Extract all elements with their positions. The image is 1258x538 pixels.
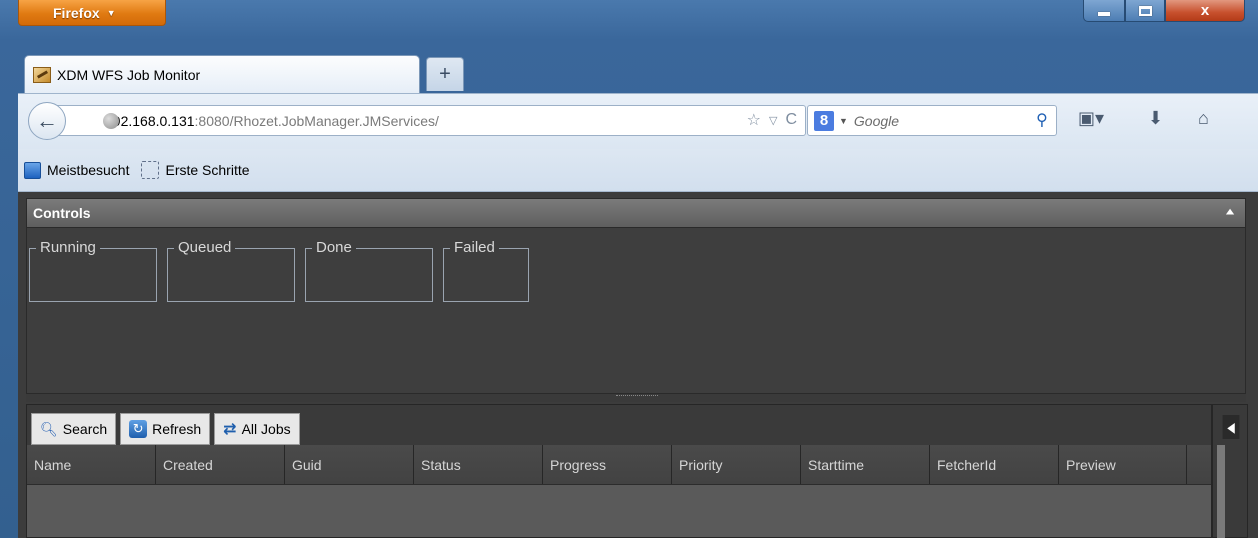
grip-icon: [616, 395, 658, 398]
chevron-down-icon: ▼: [106, 7, 116, 18]
group-label: Queued: [174, 239, 236, 257]
swap-arrows-icon: ⇄: [223, 421, 237, 438]
browser-window: Firefox ▼ x XDM WFS Job Monitor + 192.16…: [0, 0, 1258, 538]
tab-title: XDM WFS Job Monitor: [57, 66, 201, 83]
home-icon[interactable]: ⌂: [1198, 108, 1209, 129]
app-content: Controls ▲ Running Queued Done Failed 🔍︎: [18, 192, 1258, 538]
bookmark-erste-schritte[interactable]: Erste Schritte: [165, 162, 249, 178]
controls-title: Controls: [33, 205, 91, 221]
search-input[interactable]: 8 ▼ Google ⚲: [807, 105, 1057, 136]
firefox-menu-label: Firefox: [53, 4, 100, 21]
header-spacer: [1187, 445, 1211, 484]
minimize-button[interactable]: [1083, 0, 1125, 22]
url-text: 192.168.0.131:8080/Rhozet.JobManager.JMS…: [85, 113, 439, 129]
jobs-toolbar: 🔍︎ Search ↻ Refresh ⇄ All Jobs: [27, 405, 1211, 445]
tab-job-monitor[interactable]: XDM WFS Job Monitor: [24, 55, 420, 93]
search-button[interactable]: 🔍︎ Search: [31, 413, 117, 445]
new-tab-button[interactable]: +: [426, 57, 464, 91]
minimize-icon: [1098, 12, 1110, 16]
column-header-status[interactable]: Status: [414, 445, 543, 484]
all-jobs-button[interactable]: ⇄ All Jobs: [214, 413, 300, 445]
column-header-created[interactable]: Created: [156, 445, 285, 484]
site-favicon-icon: [33, 66, 51, 83]
refresh-button-label: Refresh: [152, 421, 202, 437]
side-panel-collapsed: ◀: [1212, 404, 1248, 538]
bookmarks-toolbar: Meistbesucht Erste Schritte: [18, 149, 1258, 192]
close-icon: x: [1200, 2, 1210, 19]
controls-panel-header[interactable]: Controls ▲: [26, 198, 1246, 228]
url-bar-actions: ☆ ▽ C: [747, 110, 797, 130]
column-header-guid[interactable]: Guid: [285, 445, 414, 484]
bookmark-folder-icon: [24, 161, 41, 179]
magnifier-icon: 🔍︎: [40, 420, 58, 437]
history-dropdown-icon[interactable]: ▽: [769, 114, 777, 127]
column-header-progress[interactable]: Progress: [543, 445, 672, 484]
firefox-menu-button[interactable]: Firefox ▼: [18, 0, 166, 26]
all-jobs-button-label: All Jobs: [241, 421, 291, 437]
grid-header: Name Created Guid Status Progress Priori…: [27, 445, 1211, 485]
refresh-icon: ↻: [129, 420, 148, 438]
column-header-fetcherid[interactable]: FetcherId: [930, 445, 1059, 484]
panel-splitter[interactable]: [26, 394, 1246, 402]
search-engine-icon[interactable]: 8: [814, 110, 834, 131]
maximize-icon: [1138, 5, 1152, 16]
maximize-button[interactable]: [1125, 0, 1165, 22]
column-header-priority[interactable]: Priority: [672, 445, 801, 484]
group-label: Running: [36, 239, 100, 257]
group-queued: Queued: [167, 239, 295, 302]
expand-panel-button[interactable]: ◀: [1222, 415, 1240, 439]
globe-icon: [103, 113, 119, 129]
chevron-down-icon[interactable]: ▼: [839, 116, 848, 126]
collapse-up-icon[interactable]: ▲: [1223, 205, 1237, 216]
plus-icon: +: [439, 63, 451, 85]
jobs-grid: 🔍︎ Search ↻ Refresh ⇄ All Jobs Name Crea…: [26, 404, 1212, 538]
navigation-toolbar: 192.168.0.131:8080/Rhozet.JobManager.JMS…: [18, 93, 1258, 149]
search-icon[interactable]: ⚲: [1036, 110, 1048, 130]
bookmark-meistbesucht[interactable]: Meistbesucht: [47, 162, 129, 178]
arrow-left-icon: ←: [36, 108, 58, 133]
group-label: Failed: [450, 239, 499, 257]
group-label: Done: [312, 239, 356, 257]
column-header-name[interactable]: Name: [27, 445, 156, 484]
controls-panel: Running Queued Done Failed: [26, 228, 1246, 394]
scrollbar[interactable]: [1217, 445, 1225, 538]
close-button[interactable]: x: [1165, 0, 1245, 22]
search-button-label: Search: [62, 421, 108, 437]
page-icon: [141, 161, 160, 179]
group-failed: Failed: [443, 239, 529, 302]
search-placeholder: Google: [853, 112, 900, 129]
url-path: :8080/Rhozet.JobManager.JMServices/: [194, 112, 439, 129]
column-header-starttime[interactable]: Starttime: [801, 445, 930, 484]
refresh-button[interactable]: ↻ Refresh: [120, 413, 211, 445]
group-done: Done: [305, 239, 433, 302]
chevron-left-icon: ◀: [1227, 418, 1235, 435]
bookmark-icon[interactable]: ▣▾: [1078, 108, 1104, 129]
column-header-preview[interactable]: Preview: [1059, 445, 1187, 484]
download-icon[interactable]: ⬇: [1148, 108, 1163, 129]
group-running: Running: [29, 239, 157, 302]
url-bar[interactable]: 192.168.0.131:8080/Rhozet.JobManager.JMS…: [54, 105, 806, 136]
reload-icon[interactable]: C: [785, 111, 797, 129]
back-button[interactable]: ←: [28, 102, 66, 140]
star-icon[interactable]: ☆: [747, 110, 761, 130]
